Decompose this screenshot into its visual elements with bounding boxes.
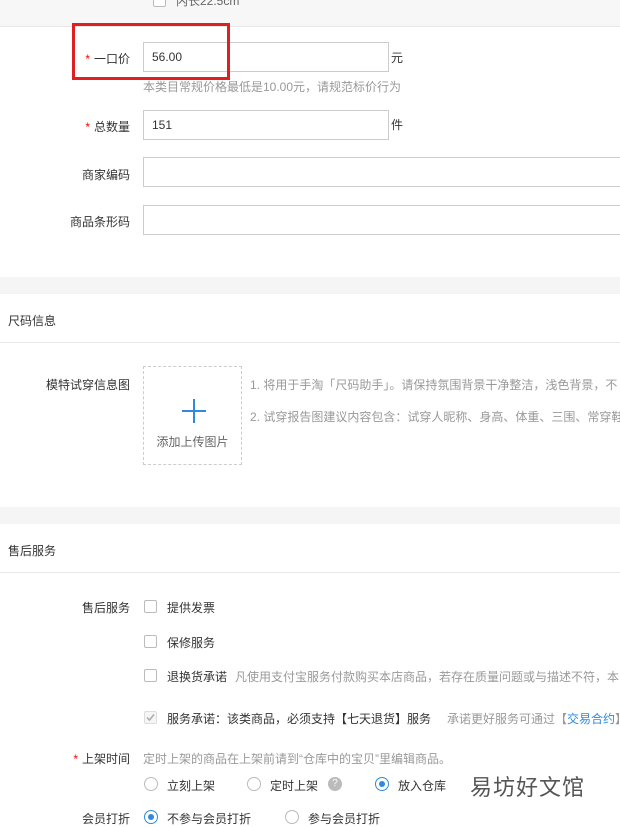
upload-image-button[interactable]: 添加上传图片 <box>143 366 242 465</box>
quantity-input[interactable]: 151 <box>143 110 389 140</box>
listing-time-label: * 上架时间 <box>0 750 130 767</box>
list-now-radio[interactable] <box>144 777 158 791</box>
warehouse-radio[interactable] <box>375 777 389 791</box>
merchant-code-input[interactable] <box>143 157 620 187</box>
highlight-box <box>72 23 230 80</box>
service-promise-desc: 承诺更好服务可通过【交易合约】 <box>447 710 620 727</box>
after-sales-label: 售后服务 <box>81 601 130 615</box>
required-mark: * <box>85 120 90 134</box>
divider <box>0 342 620 343</box>
price-hint: 本类目常规价格最低是10.00元，请规范标价行为 <box>143 80 402 94</box>
quantity-unit: 件 <box>391 118 404 132</box>
divider <box>0 572 620 573</box>
discount-label: 参与会员打折 <box>308 812 381 826</box>
barcode-label: 商品条形码 <box>69 215 130 229</box>
barcode-input[interactable] <box>143 205 620 235</box>
help-icon[interactable]: ? <box>328 777 342 791</box>
upload-label: 添加上传图片 <box>156 435 229 449</box>
model-image-label: 模特试穿信息图 <box>45 378 130 392</box>
trade-contract-link[interactable]: 交易合约 <box>567 712 615 726</box>
quantity-label-text: 总数量 <box>93 120 130 134</box>
return-promise-label: 退换货承诺 <box>167 670 228 684</box>
invoice-checkbox[interactable] <box>144 600 157 613</box>
section-gap <box>0 277 620 294</box>
return-promise-desc: 凡使用支付宝服务付款购买本店商品，若存在质量问题或与描述不符，本 <box>235 670 620 684</box>
listing-time-label-text: 上架时间 <box>81 752 130 766</box>
service-promise-checkbox <box>144 711 157 724</box>
service-promise-desc-end: 】 <box>615 712 620 726</box>
size-section-title: 尺码信息 <box>8 314 57 328</box>
service-promise-label: 服务承诺：该类商品，必须支持【七天退货】服务 <box>167 712 432 726</box>
quantity-label: * 总数量 <box>0 118 130 135</box>
invoice-label: 提供发票 <box>167 601 216 615</box>
no-discount-radio[interactable] <box>144 810 158 824</box>
list-now-label: 立刻上架 <box>167 779 216 793</box>
return-promise-checkbox[interactable] <box>144 669 157 682</box>
section-gap <box>0 507 620 524</box>
partial-checkbox[interactable] <box>153 0 166 7</box>
no-discount-label: 不参与会员打折 <box>167 812 252 826</box>
size-tip-1: 1. 将用于手淘「尺码助手」。请保持氛围背景干净整洁，浅色背景，不 <box>250 378 618 392</box>
partial-checkbox-label: 内长22.5cm <box>176 0 240 8</box>
after-sales-title: 售后服务 <box>8 544 57 558</box>
required-mark: * <box>73 752 78 766</box>
watermark: 易坊好文馆 <box>470 776 586 801</box>
warranty-checkbox[interactable] <box>144 635 157 648</box>
service-promise-desc-text: 承诺更好服务可通过【 <box>447 712 568 726</box>
check-icon <box>146 714 155 722</box>
warranty-label: 保修服务 <box>167 636 216 650</box>
size-tip-2: 2. 试穿报告图建议内容包含：试穿人昵称、身高、体重、三围、常穿鞋 <box>250 410 620 424</box>
scheduled-label: 定时上架 <box>270 779 319 793</box>
plus-icon <box>182 399 206 423</box>
price-unit: 元 <box>391 51 404 65</box>
discount-radio[interactable] <box>285 810 299 824</box>
merchant-code-label: 商家编码 <box>81 168 130 182</box>
scheduled-radio[interactable] <box>247 777 261 791</box>
listing-time-hint: 定时上架的商品在上架前请到“仓库中的宝贝”里编辑商品。 <box>143 752 451 766</box>
member-discount-label: 会员打折 <box>81 812 130 826</box>
warehouse-label: 放入仓库 <box>398 779 447 793</box>
